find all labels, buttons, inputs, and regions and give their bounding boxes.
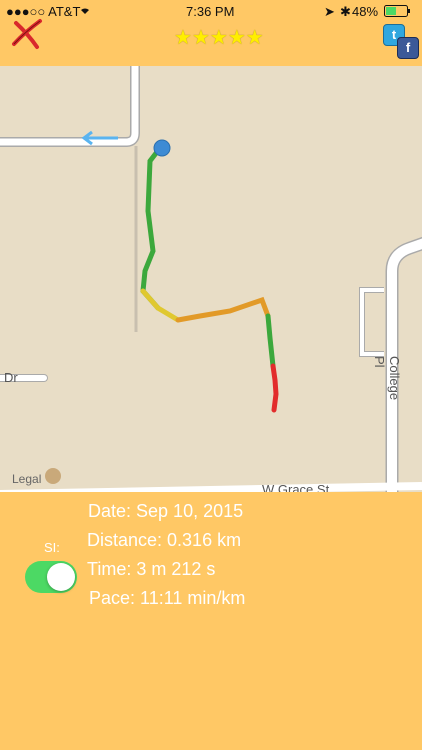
map-street-label-grace: W Grace St	[262, 482, 330, 492]
map-street-label-dr: Dr	[4, 370, 18, 385]
status-bar: ●●●○○ AT&T 7:36 PM ➤ ✱ 48%	[0, 0, 422, 22]
star-icon[interactable]: ★	[174, 25, 192, 50]
carrier-label: ●●●○○ AT&T	[6, 4, 81, 19]
pace-stat: Pace: 11:11 min/km	[89, 588, 246, 608]
time-stat: Time: 3 m 212 s	[87, 559, 216, 579]
map-legal-label[interactable]: Legal	[12, 472, 41, 486]
star-icon[interactable]: ★	[210, 25, 228, 50]
star-icon[interactable]: ★	[246, 25, 264, 50]
si-label: SI:	[44, 540, 60, 555]
rating-stars[interactable]: ★★★★★	[174, 25, 264, 50]
bluetooth-icon: ✱	[340, 4, 351, 19]
location-arrow-icon: ➤	[324, 4, 335, 19]
star-icon[interactable]: ★	[228, 25, 246, 50]
facebook-icon[interactable]: f	[397, 37, 419, 59]
toggle-knob[interactable]	[47, 563, 75, 591]
clock-time: 7:36 PM	[186, 4, 235, 19]
battery-icon	[384, 5, 412, 20]
distance-stat: Distance: 0.316 km	[87, 530, 242, 550]
close-icon[interactable]	[10, 18, 44, 50]
star-icon[interactable]: ★	[192, 25, 210, 50]
route-map[interactable]: Legal Dr College Pl W Grace St	[0, 66, 422, 492]
wifi-icon	[78, 3, 92, 18]
si-toggle[interactable]	[25, 561, 77, 593]
date-stat: Date: Sep 10, 2015	[88, 501, 244, 521]
battery-percentage: 48%	[352, 4, 379, 19]
map-street-label-college: College Pl	[372, 356, 402, 401]
